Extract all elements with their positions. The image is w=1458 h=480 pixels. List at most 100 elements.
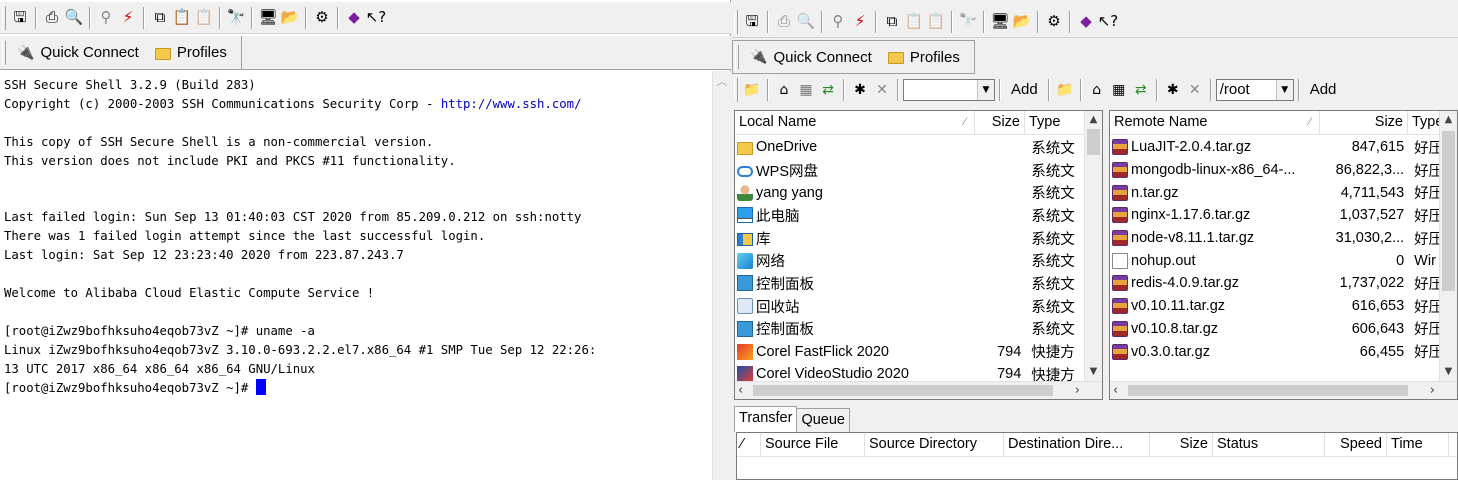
find-icon[interactable]: 🔭: [957, 11, 979, 33]
paste-special-icon[interactable]: 📋: [193, 7, 215, 29]
help-book-icon[interactable]: ◆: [1075, 11, 1097, 33]
column-header-speed[interactable]: Speed: [1325, 433, 1387, 456]
column-header-source-file[interactable]: Source File: [761, 433, 865, 456]
scroll-thumb[interactable]: [1442, 131, 1455, 291]
chevron-down-icon[interactable]: ▼: [977, 80, 994, 100]
local-up-folder-icon[interactable]: 📁: [741, 79, 763, 101]
scroll-thumb[interactable]: [1128, 385, 1408, 396]
local-file-row[interactable]: 库 系统文: [735, 227, 1084, 250]
remote-new-folder-icon[interactable]: ▦: [1108, 79, 1130, 101]
toolbar-grip[interactable]: [734, 9, 738, 34]
column-header-type[interactable]: Type: [1408, 111, 1441, 134]
remote-vertical-scrollbar[interactable]: ▲ ▼: [1439, 111, 1457, 381]
transfer-list[interactable]: ∕ Source File Source Directory Destinati…: [736, 432, 1458, 480]
tab-transfer[interactable]: Transfer: [734, 406, 798, 432]
remote-file-row[interactable]: v0.10.8.tar.gz 606,643 好压: [1110, 318, 1439, 341]
disconnect-icon[interactable]: ⚡: [117, 7, 139, 29]
local-file-row[interactable]: 此电脑 系统文: [735, 204, 1084, 227]
profiles-button[interactable]: Profiles: [880, 44, 968, 70]
tab-queue[interactable]: Queue: [797, 408, 850, 432]
local-file-row[interactable]: OneDrive 系统文: [735, 136, 1084, 159]
remote-home-icon[interactable]: ⌂: [1086, 79, 1108, 101]
print-icon[interactable]: ⎙: [41, 7, 63, 29]
remote-file-row[interactable]: LuaJIT-2.0.4.tar.gz 847,615 好压: [1110, 136, 1439, 159]
scroll-up-icon[interactable]: ▲: [1085, 111, 1102, 129]
column-header-size[interactable]: Size: [1150, 433, 1213, 456]
local-file-list[interactable]: Local Name ∕ Size Type OneDrive 系统文 WPS网盘 系统…: [734, 110, 1103, 400]
toolbar-grip[interactable]: [734, 78, 738, 102]
scroll-down-icon[interactable]: ▼: [1085, 363, 1102, 381]
new-file-transfer-icon[interactable]: 📂: [1011, 11, 1033, 33]
new-terminal-icon[interactable]: 🖥: [989, 11, 1011, 33]
new-terminal-icon[interactable]: 🖥: [257, 7, 279, 29]
scroll-left-icon[interactable]: ‹: [1113, 382, 1118, 399]
column-header-source-directory[interactable]: Source Directory: [865, 433, 1004, 456]
local-path-combo[interactable]: ▼: [903, 79, 995, 101]
quick-connect-button[interactable]: 🔌 Quick Connect: [9, 40, 147, 66]
remote-file-row[interactable]: node-v8.11.1.tar.gz 31,030,2... 好压: [1110, 227, 1439, 250]
toolbar-grip[interactable]: [2, 40, 6, 65]
terminal-scrollbar[interactable]: ︿: [712, 71, 731, 480]
local-horizontal-scrollbar[interactable]: ‹ ›: [735, 381, 1102, 399]
sort-indicator-icon[interactable]: ∕: [737, 433, 761, 456]
local-file-row[interactable]: 控制面板 系统文: [735, 272, 1084, 295]
local-new-folder-icon[interactable]: ▦: [795, 79, 817, 101]
local-new-file-icon[interactable]: ✱: [849, 79, 871, 101]
column-header-local-name[interactable]: Local Name ∕: [735, 111, 975, 134]
local-refresh-icon[interactable]: ⇄: [817, 79, 839, 101]
scroll-right-icon[interactable]: ›: [1075, 382, 1080, 399]
connect-icon[interactable]: ⚲: [95, 7, 117, 29]
local-file-row[interactable]: 网络 系统文: [735, 249, 1084, 272]
connect-icon[interactable]: ⚲: [827, 11, 849, 33]
remote-file-row[interactable]: n.tar.gz 4,711,543 好压: [1110, 181, 1439, 204]
toolbar-grip[interactable]: [2, 5, 6, 30]
find-icon[interactable]: 🔭: [225, 7, 247, 29]
remote-file-row[interactable]: nohup.out 0 Wir: [1110, 249, 1439, 272]
column-header-remote-name[interactable]: Remote Name ∕: [1110, 111, 1320, 134]
scroll-thumb[interactable]: [753, 385, 1053, 396]
save-icon[interactable]: 🖫: [9, 7, 31, 29]
local-delete-icon[interactable]: ✕: [871, 79, 893, 101]
local-home-icon[interactable]: ⌂: [773, 79, 795, 101]
remote-file-row[interactable]: redis-4.0.9.tar.gz 1,737,022 好压: [1110, 272, 1439, 295]
local-file-row[interactable]: Corel FastFlick 2020 794 快捷方: [735, 340, 1084, 363]
context-help-icon[interactable]: ↖?: [365, 7, 387, 29]
settings-icon[interactable]: ⚙: [1043, 11, 1065, 33]
scroll-up-icon[interactable]: ︿: [713, 71, 731, 89]
column-header-time[interactable]: Time: [1387, 433, 1449, 456]
paste-icon[interactable]: 📋: [171, 7, 193, 29]
local-file-row[interactable]: 回收站 系统文: [735, 295, 1084, 318]
copy-icon[interactable]: ⧉: [881, 11, 903, 33]
remote-horizontal-scrollbar[interactable]: ‹ ›: [1110, 381, 1457, 399]
profiles-button[interactable]: Profiles: [147, 40, 235, 66]
print-preview-icon[interactable]: 🔍: [795, 11, 817, 33]
scroll-right-icon[interactable]: ›: [1430, 382, 1435, 399]
remote-file-row[interactable]: mongodb-linux-x86_64-... 86,822,3... 好压: [1110, 159, 1439, 182]
terminal-output[interactable]: SSH Secure Shell 3.2.9 (Build 283) Copyr…: [0, 71, 712, 480]
remote-add-button[interactable]: Add: [1304, 79, 1343, 101]
remote-delete-icon[interactable]: ✕: [1184, 79, 1206, 101]
toolbar-grip[interactable]: [735, 45, 739, 69]
remote-refresh-icon[interactable]: ⇄: [1130, 79, 1152, 101]
local-add-button[interactable]: Add: [1005, 79, 1044, 101]
paste-special-icon[interactable]: 📋: [925, 11, 947, 33]
remote-file-list[interactable]: Remote Name ∕ Size Type LuaJIT-2.0.4.tar.…: [1109, 110, 1458, 400]
quick-connect-button[interactable]: 🔌 Quick Connect: [742, 44, 880, 70]
column-header-type[interactable]: Type: [1025, 111, 1086, 134]
help-book-icon[interactable]: ◆: [343, 7, 365, 29]
column-header-size[interactable]: Size: [1320, 111, 1408, 134]
remote-file-row[interactable]: v0.10.11.tar.gz 616,653 好压: [1110, 295, 1439, 318]
column-header-status[interactable]: Status: [1213, 433, 1325, 456]
local-vertical-scrollbar[interactable]: ▲ ▼: [1084, 111, 1102, 381]
copy-icon[interactable]: ⧉: [149, 7, 171, 29]
local-file-row[interactable]: 控制面板 系统文: [735, 318, 1084, 341]
scroll-down-icon[interactable]: ▼: [1440, 363, 1457, 381]
column-header-size[interactable]: Size: [975, 111, 1025, 134]
local-file-row[interactable]: yang yang 系统文: [735, 181, 1084, 204]
scroll-left-icon[interactable]: ‹: [738, 382, 743, 399]
chevron-down-icon[interactable]: ▼: [1275, 80, 1293, 100]
scroll-up-icon[interactable]: ▲: [1440, 111, 1457, 129]
settings-icon[interactable]: ⚙: [311, 7, 333, 29]
remote-new-file-icon[interactable]: ✱: [1162, 79, 1184, 101]
remote-file-row[interactable]: nginx-1.17.6.tar.gz 1,037,527 好压: [1110, 204, 1439, 227]
